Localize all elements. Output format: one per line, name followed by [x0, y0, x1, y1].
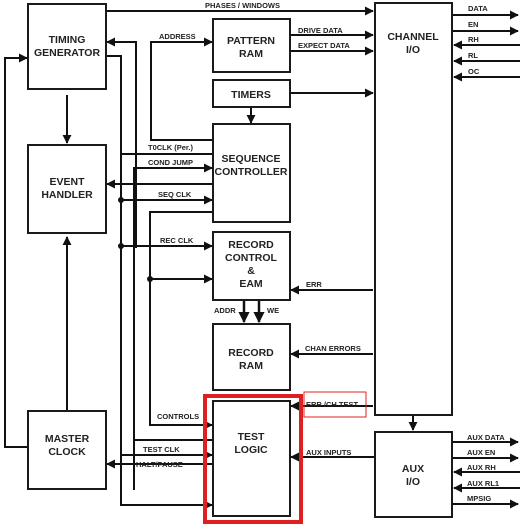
- block-label: I/O: [406, 44, 420, 56]
- block-timers: TIMERS: [212, 79, 291, 108]
- block-label: SEQUENCE: [222, 153, 281, 165]
- label-aux-inputs: AUX INPUTS: [306, 448, 351, 457]
- label-we: WE: [267, 306, 279, 315]
- label-seq-clk: SEQ CLK: [158, 190, 192, 199]
- label-rl: RL: [468, 51, 478, 60]
- junction-dot: [118, 197, 124, 203]
- junction-dot: [118, 243, 124, 249]
- wire-master-to-timing: [4, 53, 28, 448]
- label-aux-rl1: AUX RL1: [467, 479, 499, 488]
- wire-seq-to-address: [150, 130, 212, 141]
- label-halt-pause: HALT/PAUSE: [136, 460, 183, 469]
- label-test-clk: TEST CLK: [143, 445, 180, 454]
- wire-cond-jump: [133, 163, 213, 490]
- label-mpsig: MPSIG: [467, 494, 491, 503]
- block-label: LOGIC: [234, 444, 268, 456]
- junction-dot: [147, 276, 153, 282]
- block-label: &: [247, 265, 255, 277]
- label-cond-jump: COND JUMP: [148, 158, 193, 167]
- label-err-ch-test: ERR /CH TEST: [306, 400, 359, 409]
- block-label: RECORD: [228, 239, 274, 251]
- block-label: RAM: [239, 360, 263, 372]
- label-oc: OC: [468, 67, 480, 76]
- block-timing-generator: TIMING GENERATOR: [27, 3, 107, 90]
- block-pattern-ram: PATTERN RAM: [212, 18, 291, 73]
- block-diagram: TIMING GENERATOR EVENT HANDLER MASTER CL…: [4, 1, 520, 524]
- label-addr: ADDR: [214, 306, 236, 315]
- label-drive-data: DRIVE DATA: [298, 26, 343, 35]
- label-aux-data: AUX DATA: [467, 433, 505, 442]
- block-event-handler: EVENT HANDLER: [27, 144, 107, 234]
- block-label: EVENT: [49, 176, 85, 188]
- block-label: RECORD: [228, 347, 274, 359]
- block-label: TIMING: [49, 34, 86, 46]
- block-label: EAM: [239, 278, 263, 290]
- block-aux-io: AUX I/O: [374, 431, 453, 518]
- block-master-clock: MASTER CLOCK: [27, 410, 107, 490]
- block-label: RAM: [239, 48, 263, 60]
- block-label: GENERATOR: [34, 47, 101, 59]
- block-label: CONTROLLER: [215, 166, 288, 178]
- label-rh: RH: [468, 35, 479, 44]
- label-en: EN: [468, 20, 478, 29]
- block-channel-io: CHANNEL I/O: [374, 2, 453, 416]
- label-chan-errors: CHAN ERRORS: [305, 344, 361, 353]
- block-label: HANDLER: [41, 189, 93, 201]
- label-aux-en: AUX EN: [467, 448, 495, 457]
- label-address: ADDRESS: [159, 32, 196, 41]
- label-aux-rh: AUX RH: [467, 463, 496, 472]
- block-label: AUX: [402, 463, 424, 475]
- label-err: ERR: [306, 280, 322, 289]
- block-label: CLOCK: [48, 446, 86, 458]
- wire-address: [150, 37, 213, 130]
- label-t0clk: T0CLK (Per.): [148, 143, 194, 152]
- block-label: CHANNEL: [387, 31, 439, 43]
- block-label: MASTER: [45, 433, 90, 445]
- label-controls: CONTROLS: [157, 412, 199, 421]
- block-record-ram: RECORD RAM: [212, 323, 291, 391]
- block-label: PATTERN: [227, 35, 275, 47]
- block-record-control-eam: RECORD CONTROL & EAM: [212, 231, 291, 301]
- block-label: TEST: [238, 431, 265, 443]
- label-expect-data: EXPECT DATA: [298, 41, 350, 50]
- block-test-logic: TEST LOGIC: [212, 400, 291, 517]
- label-data: DATA: [468, 4, 488, 13]
- block-label: CONTROL: [225, 252, 277, 264]
- block-label: I/O: [406, 476, 420, 488]
- block-label: TIMERS: [231, 89, 271, 101]
- block-sequence-controller: SEQUENCE CONTROLLER: [212, 123, 291, 223]
- label-phases-windows: PHASES / WINDOWS: [205, 1, 280, 10]
- label-rec-clk: REC CLK: [160, 236, 194, 245]
